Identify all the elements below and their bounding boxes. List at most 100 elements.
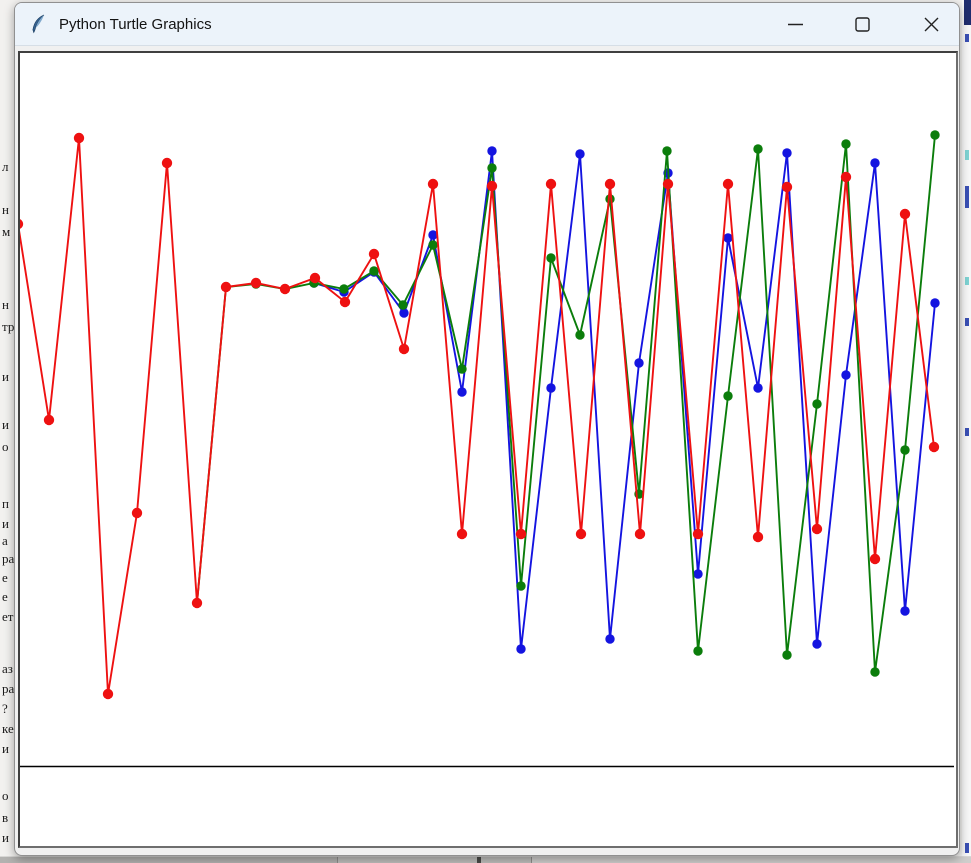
data-point-red <box>103 689 113 699</box>
data-point-green <box>457 364 466 373</box>
maximize-button[interactable] <box>845 7 879 41</box>
data-point-green <box>487 163 496 172</box>
data-point-green <box>930 130 939 139</box>
background-shell-strip: RESTART: <box>0 856 971 863</box>
data-point-red <box>870 554 880 564</box>
data-point-red <box>399 344 409 354</box>
series-line-green <box>197 135 935 672</box>
text-fragment: тр <box>2 320 14 333</box>
data-point-blue <box>457 387 466 396</box>
data-point-red <box>192 598 202 608</box>
text-fragment: е <box>2 590 8 603</box>
data-point-blue <box>487 146 496 155</box>
text-fragment: н <box>2 203 9 216</box>
data-point-blue <box>399 308 408 317</box>
data-point-green <box>339 284 348 293</box>
turtle-graphics-window: Python Turtle Graphics <box>14 2 960 856</box>
data-point-green <box>812 399 821 408</box>
turtle-canvas[interactable] <box>18 51 958 848</box>
background-content-mark <box>965 34 969 42</box>
background-document-edge: лнмнтрииопиараееетазра?кеиови <box>0 0 15 856</box>
data-point-green <box>516 581 525 590</box>
data-point-green <box>723 391 732 400</box>
data-point-red <box>132 508 142 518</box>
background-content-mark <box>965 150 969 160</box>
data-point-blue <box>930 298 939 307</box>
data-point-blue <box>605 634 614 643</box>
data-point-green <box>753 144 762 153</box>
data-point-blue <box>723 233 732 242</box>
text-fragment: ет <box>2 610 13 623</box>
background-content-mark <box>965 318 969 326</box>
close-button[interactable] <box>914 7 948 41</box>
taskbar-divider <box>477 857 481 863</box>
data-point-blue <box>516 644 525 653</box>
data-point-blue <box>546 383 555 392</box>
background-content-mark <box>965 843 969 853</box>
taskbar-segment <box>0 857 338 863</box>
data-point-red <box>782 182 792 192</box>
text-fragment: л <box>2 160 9 173</box>
background-content-mark <box>965 428 969 436</box>
text-fragment: п <box>2 497 9 510</box>
maximize-square-icon <box>853 15 872 34</box>
minimize-dash-icon <box>786 15 805 34</box>
data-point-blue <box>753 383 762 392</box>
data-point-red <box>576 529 586 539</box>
data-point-green <box>693 646 702 655</box>
data-point-red <box>929 442 939 452</box>
text-fragment: о <box>2 789 9 802</box>
data-point-blue <box>782 148 791 157</box>
text-fragment: в <box>2 811 8 824</box>
title-bar[interactable]: Python Turtle Graphics <box>15 3 959 46</box>
text-fragment: и <box>2 418 9 431</box>
text-fragment: аз <box>2 662 13 675</box>
data-point-red <box>663 179 673 189</box>
data-point-green <box>605 194 614 203</box>
minimize-button[interactable] <box>778 7 812 41</box>
data-point-green <box>398 300 407 309</box>
data-point-red <box>516 529 526 539</box>
data-point-red <box>221 282 231 292</box>
data-point-green <box>546 253 555 262</box>
text-fragment: о <box>2 440 9 453</box>
data-point-red <box>693 529 703 539</box>
data-point-red <box>74 133 84 143</box>
data-point-red <box>44 415 54 425</box>
text-fragment: и <box>2 742 9 755</box>
data-point-red <box>457 529 467 539</box>
data-point-red <box>487 181 497 191</box>
data-point-red <box>900 209 910 219</box>
data-point-green <box>575 330 584 339</box>
background-window-edge <box>962 0 971 863</box>
data-point-blue <box>812 639 821 648</box>
data-point-red <box>310 273 320 283</box>
taskbar-segment <box>338 857 532 863</box>
data-point-red <box>605 179 615 189</box>
text-fragment: и <box>2 831 9 844</box>
data-point-red <box>723 179 733 189</box>
page-root: лнмнтрииопиараееетазра?кеиови RESTART: P… <box>0 0 971 863</box>
data-point-red <box>251 278 261 288</box>
data-point-green <box>369 266 378 275</box>
text-fragment: и <box>2 370 9 383</box>
text-fragment: н <box>2 298 9 311</box>
data-point-red <box>635 529 645 539</box>
data-point-red <box>340 297 350 307</box>
data-point-blue <box>900 606 909 615</box>
text-fragment: ? <box>2 702 8 715</box>
data-point-blue <box>870 158 879 167</box>
background-content-mark <box>965 186 969 208</box>
text-fragment: м <box>2 225 10 238</box>
data-point-blue <box>634 358 643 367</box>
data-point-red <box>841 172 851 182</box>
series-line-red <box>20 138 934 694</box>
data-point-green <box>662 146 671 155</box>
data-point-green <box>428 240 437 249</box>
data-point-green <box>841 139 850 148</box>
data-point-red <box>812 524 822 534</box>
text-fragment: а <box>2 534 8 547</box>
shell-text-strip: RESTART: <box>532 857 971 863</box>
background-titlebar-fragment <box>964 0 971 25</box>
data-point-blue <box>575 149 584 158</box>
